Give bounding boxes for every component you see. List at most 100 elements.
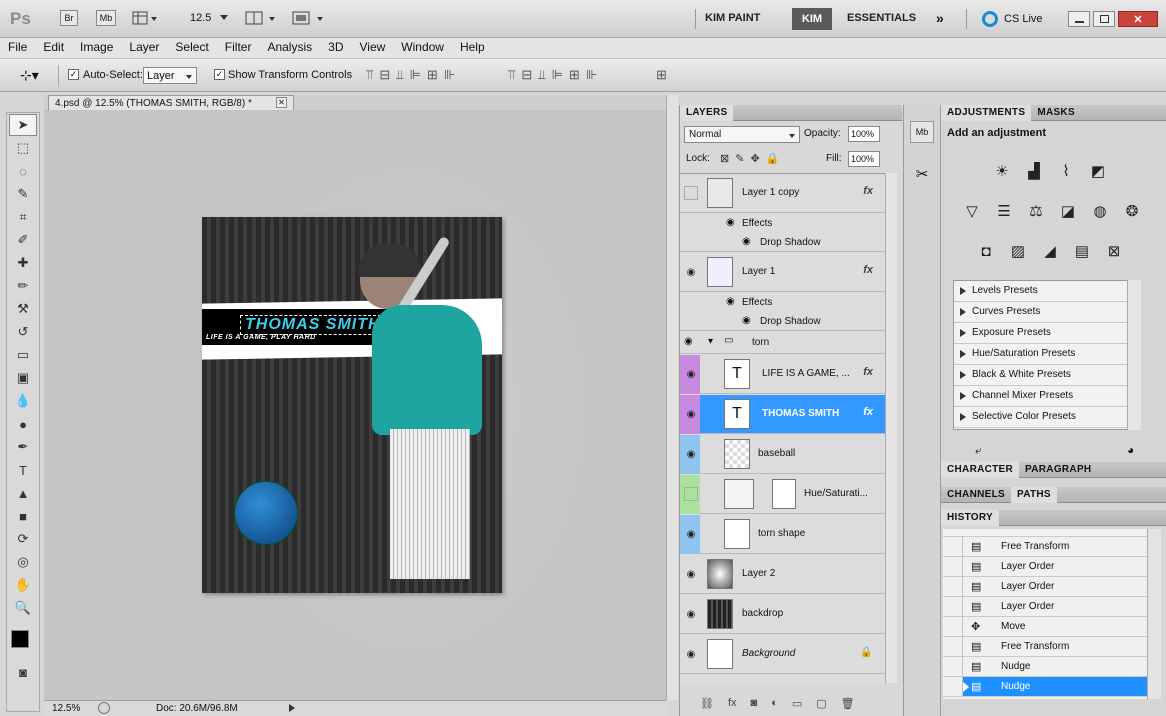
dodge-tool-icon[interactable]: ● (9, 413, 37, 435)
blend-mode-select[interactable]: Normal (684, 126, 800, 143)
distribute-left-icon[interactable]: ⊫ (552, 67, 563, 83)
eye-icon[interactable]: ◉ (684, 336, 693, 347)
layer-row[interactable]: Hue/Saturati... (680, 475, 885, 514)
menu-analysis[interactable]: Analysis (259, 38, 320, 54)
visibility-toggle[interactable] (684, 186, 698, 200)
view-extras-button[interactable] (132, 10, 158, 26)
threshold-icon[interactable]: ◢ (1039, 241, 1061, 261)
lock-transparent-icon[interactable]: ⊠ (720, 152, 729, 165)
vertical-scrollbar[interactable] (666, 95, 678, 700)
preset-item[interactable]: Channel Mixer Presets (954, 386, 1140, 407)
eye-icon[interactable]: ◉ (742, 315, 751, 326)
return-icon[interactable]: ⤶ (975, 443, 982, 458)
fx-icon[interactable]: fx (863, 406, 873, 418)
tab-paths[interactable]: PATHS (1010, 487, 1057, 503)
history-scrollbar[interactable] (1147, 529, 1161, 699)
crop-tool-icon[interactable]: ⌗ (9, 206, 37, 228)
preset-item[interactable]: Exposure Presets (954, 323, 1140, 344)
eye-icon[interactable]: ◉ (684, 607, 698, 621)
workspace-essentials[interactable]: ESSENTIALS (847, 12, 916, 24)
posterize-icon[interactable]: ▨ (1007, 241, 1029, 261)
fill-input[interactable]: 100% (848, 151, 880, 167)
auto-select-checkbox[interactable]: ✓ (68, 69, 79, 80)
chevron-down-icon[interactable]: ▾ (708, 336, 713, 347)
align-right-icon[interactable]: ⊪ (444, 67, 455, 83)
mini-bridge-panel-button[interactable]: Mb (910, 121, 934, 143)
workspace-kim-paint[interactable]: KIM PAINT (705, 12, 760, 24)
shape-tool-icon[interactable]: ■ (9, 505, 37, 527)
layer-row-selected[interactable]: ◉ T THOMAS SMITH fx (680, 395, 885, 434)
arrange-documents-button[interactable] (245, 10, 279, 29)
history-item[interactable]: ▤ Nudge (943, 657, 1147, 677)
effects-row[interactable]: ◉ Effects (680, 214, 885, 233)
close-tab-icon[interactable]: ✕ (276, 97, 287, 108)
move-tool-icon[interactable]: ➤ (9, 114, 37, 136)
tab-adjustments[interactable]: ADJUSTMENTS (941, 105, 1032, 121)
history-item[interactable]: ▤ Free Transform (943, 637, 1147, 657)
tab-character[interactable]: CHARACTER (941, 462, 1020, 478)
eye-icon[interactable]: ◉ (684, 527, 698, 541)
fx-icon[interactable]: fx (863, 264, 873, 276)
tab-masks[interactable]: MASKS (1031, 105, 1081, 121)
eraser-tool-icon[interactable]: ▭ (9, 344, 37, 366)
status-menu-icon[interactable] (98, 702, 110, 714)
history-item[interactable]: ▤ Layer Order (943, 557, 1147, 577)
eye-icon[interactable]: ◉ (726, 217, 735, 228)
link-icon[interactable]: ⛓ (700, 697, 714, 710)
layer-row[interactable]: ◉ Background 🔒 (680, 635, 885, 674)
close-button[interactable]: ✕ (1118, 11, 1158, 27)
align-vcenter-icon[interactable]: ⊟ (379, 67, 390, 83)
lock-image-icon[interactable]: ✎ (735, 152, 744, 165)
layers-scrollbar[interactable] (885, 173, 897, 683)
maximize-button[interactable] (1093, 11, 1115, 27)
menu-help[interactable]: Help (452, 38, 493, 54)
eye-icon[interactable]: ◉ (742, 236, 751, 247)
menu-3d[interactable]: 3D (320, 38, 351, 54)
adjustment-icon[interactable]: ◐ (771, 697, 778, 710)
eye-icon[interactable]: ◉ (726, 296, 735, 307)
drop-shadow-row[interactable]: ◉ Drop Shadow (680, 233, 885, 252)
clone-stamp-icon[interactable]: ⚒ (9, 298, 37, 320)
preset-item[interactable]: Curves Presets (954, 302, 1140, 323)
history-item[interactable]: ▤ Layer Order (943, 577, 1147, 597)
fx-icon[interactable]: fx (863, 366, 873, 378)
black-white-icon[interactable]: ◪ (1057, 201, 1079, 221)
group-row[interactable]: ◉ ▾ ▭ torn (680, 332, 885, 354)
type-tool-icon[interactable]: T (9, 459, 37, 481)
menu-window[interactable]: Window (393, 38, 452, 54)
history-item[interactable]: ▤ Layer Order (943, 597, 1147, 617)
clip-icon[interactable]: ◕ (1127, 443, 1134, 457)
curves-icon[interactable]: ⌇ (1055, 161, 1077, 181)
levels-icon[interactable]: ▟ (1023, 161, 1045, 181)
screen-mode-button[interactable] (292, 10, 328, 29)
history-brush-icon[interactable]: ↺ (9, 321, 37, 343)
tab-channels[interactable]: CHANNELS (941, 487, 1011, 503)
fx-icon[interactable]: fx (863, 185, 873, 197)
exposure-icon[interactable]: ◩ (1087, 161, 1109, 181)
history-state-marker-icon[interactable] (963, 682, 969, 692)
pen-tool-icon[interactable]: ✒ (9, 436, 37, 458)
align-top-icon[interactable]: ⫪ (366, 67, 373, 83)
hand-tool-icon[interactable]: ✋ (9, 574, 37, 596)
foreground-color[interactable] (11, 630, 29, 648)
preset-item[interactable]: Hue/Saturation Presets (954, 344, 1140, 365)
gradient-map-icon[interactable]: ▤ (1071, 241, 1093, 261)
bridge-button[interactable]: Br (60, 10, 78, 26)
distribute-right-icon[interactable]: ⊪ (586, 67, 597, 83)
show-transform-checkbox[interactable]: ✓ (214, 69, 225, 80)
tab-history[interactable]: HISTORY (941, 510, 999, 526)
lock-all-icon[interactable]: 🔒 (766, 152, 780, 165)
move-tool-preset-icon[interactable]: ⊹▾ (20, 67, 39, 84)
eye-icon[interactable]: ◉ (684, 265, 698, 279)
tab-paragraph[interactable]: PARAGRAPH (1019, 462, 1097, 478)
lasso-tool-icon[interactable]: ◌ (9, 160, 37, 182)
artwork[interactable]: THOMAS SMITH LIFE IS A GAME, PLAY HARD (202, 217, 502, 593)
eye-icon[interactable]: ◉ (684, 407, 698, 421)
menu-layer[interactable]: Layer (121, 38, 167, 54)
brush-tool-icon[interactable]: ✏ (9, 275, 37, 297)
tab-layers[interactable]: LAYERS (680, 105, 734, 121)
layer-row[interactable]: ◉ Layer 1 fx (680, 253, 885, 292)
fx-button-icon[interactable]: fx (728, 697, 737, 710)
eye-icon[interactable]: ◉ (684, 447, 698, 461)
mask-icon[interactable]: ◙ (751, 697, 758, 710)
